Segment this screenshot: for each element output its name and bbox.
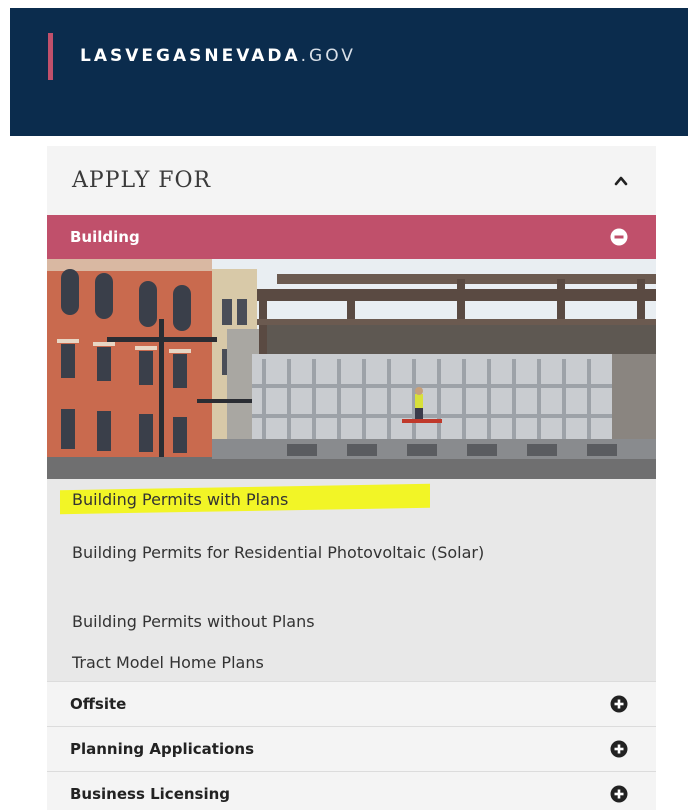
- minus-circle-icon[interactable]: [610, 228, 628, 246]
- offsite-label: Offsite: [70, 695, 127, 713]
- plus-circle-icon[interactable]: [610, 695, 628, 713]
- chevron-up-icon[interactable]: [613, 173, 629, 189]
- plus-circle-icon[interactable]: [610, 785, 628, 803]
- business-licensing-accordion-header[interactable]: Business Licensing: [47, 771, 656, 810]
- link-building-permits-residential-pv-line1[interactable]: Building Permits for Residential Photovo…: [72, 537, 592, 568]
- link-building-permits-with-plans[interactable]: Building Permits with Plans: [72, 487, 288, 513]
- building-accordion-header[interactable]: Building: [47, 215, 656, 259]
- link-tract-model-home-plans[interactable]: Tract Model Home Plans: [72, 650, 264, 676]
- building-construction-photo: [47, 259, 656, 479]
- logo-bold-text: LASVEGASNEVADA: [80, 46, 301, 66]
- planning-applications-label: Planning Applications: [70, 740, 254, 758]
- offsite-accordion-header[interactable]: Offsite: [47, 681, 656, 726]
- apply-for-header[interactable]: APPLY FOR: [47, 146, 656, 215]
- planning-applications-accordion-header[interactable]: Planning Applications: [47, 726, 656, 771]
- logo-light-text: .GOV: [300, 46, 356, 66]
- link-building-permits-without-plans[interactable]: Building Permits without Plans: [72, 609, 315, 635]
- plus-circle-icon[interactable]: [610, 740, 628, 758]
- apply-for-panel: APPLY FOR Building Building Permits with…: [47, 146, 656, 810]
- building-label: Building: [70, 228, 140, 246]
- building-sub-list: Building Permits with Plans Building Per…: [47, 479, 656, 681]
- pv-link-text: Building Permits for Residential Photovo…: [72, 543, 485, 562]
- site-logo[interactable]: LASVEGASNEVADA.GOV: [80, 45, 356, 67]
- logo-accent-bar: [48, 33, 53, 80]
- apply-for-title: APPLY FOR: [72, 168, 212, 193]
- site-header: LASVEGASNEVADA.GOV: [10, 8, 688, 136]
- business-licensing-label: Business Licensing: [70, 785, 231, 803]
